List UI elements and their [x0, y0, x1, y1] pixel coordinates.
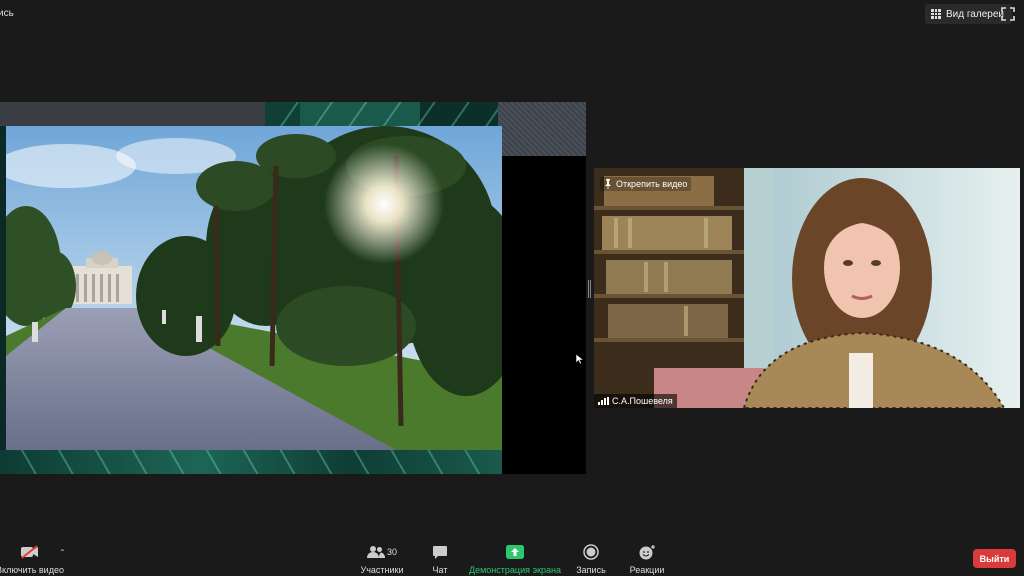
gallery-view-label: Вид галереи	[946, 8, 1004, 20]
participants-label: Участники	[360, 565, 404, 575]
pin-icon	[605, 179, 611, 189]
share-screen-icon	[506, 545, 524, 559]
top-left-text: ись	[0, 8, 14, 19]
participants-count: 30	[386, 547, 397, 557]
unpin-video-button[interactable]: Открепить видео	[600, 177, 692, 191]
chat-label: Чат	[432, 565, 448, 575]
unpin-video-label: Открепить видео	[616, 179, 688, 189]
participants-button[interactable]: 30 Участники	[360, 543, 404, 575]
divider-handle[interactable]	[588, 280, 591, 298]
chat-button[interactable]: Чат	[426, 543, 454, 575]
share-screen-label: Демонстрация экрана	[469, 565, 561, 575]
reactions-label: Реакции	[629, 565, 665, 575]
record-button[interactable]: Запись	[576, 543, 606, 575]
mouse-cursor-icon	[576, 354, 584, 364]
leave-meeting-button[interactable]: Выйти	[973, 549, 1016, 568]
video-options-caret[interactable]: ⌃	[59, 548, 66, 557]
participants-icon	[366, 546, 385, 558]
shared-park-image	[6, 126, 502, 450]
share-screen-button[interactable]: Демонстрация экрана	[469, 543, 561, 575]
video-off-icon	[21, 545, 38, 559]
share-bottom-decoration	[0, 450, 502, 474]
gallery-view-button[interactable]: Вид галереи	[925, 4, 1012, 24]
record-icon	[583, 544, 599, 560]
screen-share-area[interactable]	[0, 102, 586, 474]
reactions-button[interactable]: Реакции	[630, 543, 664, 575]
participant-video-tile[interactable]: Открепить видео С.А.Пошевеля	[594, 168, 1020, 408]
fullscreen-icon[interactable]	[1001, 7, 1015, 21]
grid-icon	[931, 9, 941, 19]
participant-name-tag: С.А.Пошевеля	[594, 394, 677, 408]
reactions-icon	[639, 545, 655, 560]
participant-name: С.А.Пошевеля	[612, 396, 673, 406]
record-label: Запись	[576, 565, 606, 575]
start-video-button[interactable]: Включить видео	[0, 543, 64, 575]
start-video-label: Включить видео	[0, 565, 64, 575]
chat-icon	[433, 546, 447, 559]
signal-icon	[598, 397, 609, 405]
share-right-panel	[498, 102, 586, 156]
